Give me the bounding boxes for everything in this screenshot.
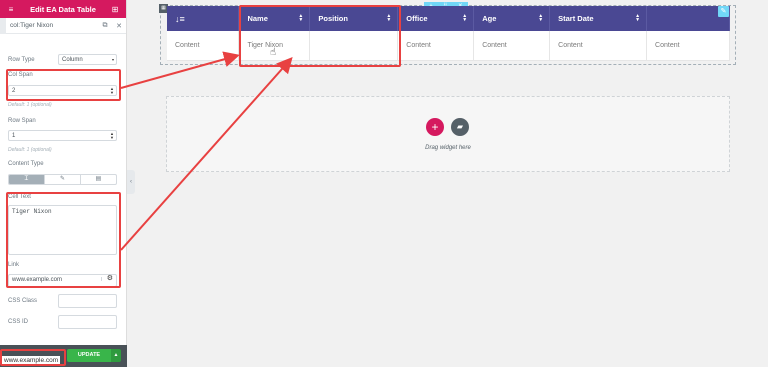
arrow-cell-text — [120, 57, 293, 251]
annotation-arrows — [120, 51, 293, 251]
arrow-col-span — [120, 51, 240, 89]
